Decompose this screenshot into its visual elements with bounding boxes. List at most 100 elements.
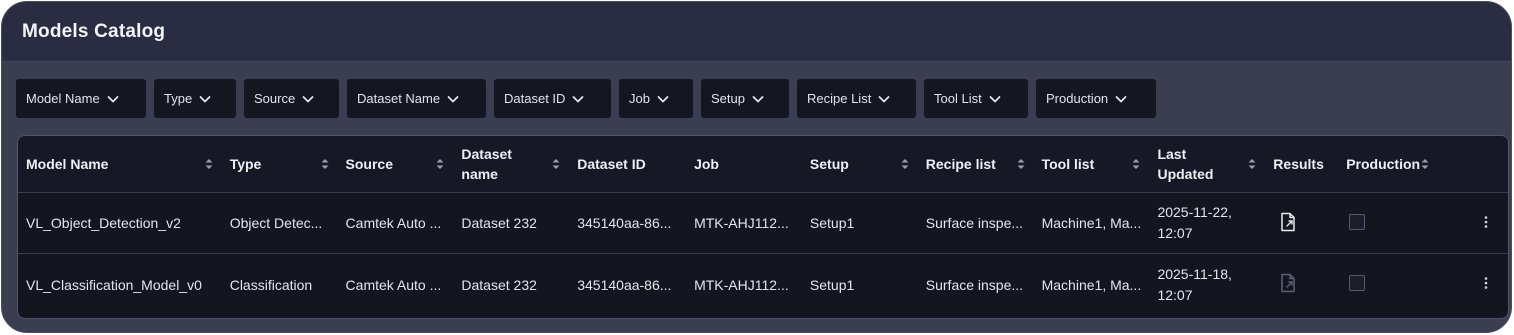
document-export-icon[interactable] bbox=[1279, 212, 1297, 232]
chevron-down-icon bbox=[1115, 95, 1127, 102]
cell-job: MTK-AHJ112... bbox=[694, 215, 789, 231]
sort-icon[interactable] bbox=[1016, 157, 1026, 171]
table-header-row: Model Name Type Source Dataset name Datas… bbox=[18, 136, 1508, 193]
header-label-line: Dataset bbox=[461, 146, 512, 162]
chevron-down-icon bbox=[752, 95, 764, 102]
column-header-job[interactable]: Job bbox=[686, 154, 802, 174]
column-header-production[interactable]: Production bbox=[1338, 154, 1438, 174]
header-label: Job bbox=[694, 156, 719, 172]
column-header-last-updated[interactable]: Last Updated bbox=[1149, 144, 1265, 184]
cell-actions bbox=[1438, 214, 1508, 233]
filter-label: Tool List bbox=[934, 91, 982, 106]
filter-dataset-name[interactable]: Dataset Name bbox=[347, 79, 486, 118]
chevron-down-icon bbox=[199, 95, 211, 102]
sort-icon[interactable] bbox=[435, 157, 445, 171]
filter-source[interactable]: Source bbox=[244, 79, 339, 118]
filter-label: Production bbox=[1046, 91, 1109, 106]
header-label-line: name bbox=[461, 166, 498, 182]
cell-results bbox=[1265, 273, 1338, 296]
cell-model-name: VL_Object_Detection_v2 bbox=[26, 215, 181, 231]
chevron-down-icon bbox=[107, 95, 119, 102]
sort-icon[interactable] bbox=[320, 157, 330, 171]
filter-dataset-id[interactable]: Dataset ID bbox=[494, 79, 611, 118]
cell-dataset-name: Dataset 232 bbox=[461, 215, 537, 231]
header-label: Recipe list bbox=[925, 156, 996, 172]
header-label: Last Updated bbox=[1157, 144, 1213, 184]
chevron-down-icon bbox=[447, 95, 459, 102]
filter-model-name[interactable]: Model Name bbox=[16, 79, 146, 118]
panel-header: Models Catalog bbox=[2, 2, 1511, 62]
table-row[interactable]: VL_Object_Detection_v2 Object Detec... C… bbox=[18, 193, 1508, 254]
filter-tool-list[interactable]: Tool List bbox=[924, 79, 1028, 118]
date-line: 2025-11-18, bbox=[1157, 265, 1232, 282]
filter-bar: Model Name Type Source Dataset Name Data… bbox=[16, 79, 1156, 118]
cell-actions bbox=[1438, 275, 1508, 294]
column-header-dataset-id[interactable]: Dataset ID bbox=[569, 154, 686, 174]
filter-label: Dataset ID bbox=[504, 91, 566, 106]
header-label-line: Last bbox=[1157, 146, 1187, 162]
cell-type: Classification bbox=[229, 276, 313, 293]
cell-dataset-name: Dataset 232 bbox=[461, 276, 537, 293]
filter-job[interactable]: Job bbox=[619, 79, 693, 118]
sort-icon[interactable] bbox=[204, 157, 214, 171]
header-label: Dataset name bbox=[461, 144, 512, 184]
models-catalog-panel: Models Catalog Model Name Type Source Da… bbox=[1, 1, 1512, 333]
column-header-results: Results bbox=[1265, 154, 1338, 174]
header-label: Tool list bbox=[1041, 156, 1095, 172]
sort-icon[interactable] bbox=[1420, 157, 1430, 171]
filter-production[interactable]: Production bbox=[1036, 79, 1156, 118]
time-line: 12:07 bbox=[1157, 225, 1193, 241]
header-label: Dataset ID bbox=[577, 156, 646, 172]
cell-last-updated: 2025-11-18, 12:07 bbox=[1149, 264, 1265, 306]
header-label: Production bbox=[1346, 156, 1421, 172]
header-label: Model Name bbox=[26, 156, 109, 172]
cell-type: Object Detec... bbox=[229, 215, 323, 231]
header-label: Source bbox=[345, 156, 394, 172]
filter-recipe-list[interactable]: Recipe List bbox=[797, 79, 916, 118]
filter-type[interactable]: Type bbox=[154, 79, 236, 118]
table-row[interactable]: VL_Classification_Model_v0 Classificatio… bbox=[18, 254, 1508, 315]
sort-icon[interactable] bbox=[900, 157, 910, 171]
column-header-recipe-list[interactable]: Recipe list bbox=[918, 154, 1034, 174]
cell-setup: Setup1 bbox=[809, 215, 855, 231]
cell-source: Camtek Auto ... bbox=[345, 276, 442, 293]
header-label: Setup bbox=[809, 156, 849, 172]
filter-label: Job bbox=[629, 91, 650, 106]
filter-label: Source bbox=[254, 91, 296, 106]
kebab-menu-icon[interactable] bbox=[1478, 275, 1494, 291]
date-line: 2025-11-22, bbox=[1157, 204, 1232, 220]
filter-setup[interactable]: Setup bbox=[701, 79, 789, 118]
page-title: Models Catalog bbox=[22, 20, 166, 42]
cell-model-name: VL_Classification_Model_v0 bbox=[26, 276, 202, 293]
column-header-tool-list[interactable]: Tool list bbox=[1034, 154, 1150, 174]
cell-production bbox=[1338, 275, 1438, 294]
cell-setup: Setup1 bbox=[809, 276, 855, 293]
column-header-dataset-name[interactable]: Dataset name bbox=[453, 144, 569, 184]
production-checkbox[interactable] bbox=[1349, 213, 1366, 230]
cell-dataset-id: 345140aa-86... bbox=[577, 215, 672, 231]
chevron-down-icon bbox=[657, 95, 669, 102]
filter-label: Recipe List bbox=[807, 91, 872, 106]
cell-source: Camtek Auto ... bbox=[345, 215, 442, 231]
cell-recipe-list: Surface inspe... bbox=[925, 276, 1024, 293]
sort-icon[interactable] bbox=[1131, 157, 1141, 171]
column-header-setup[interactable]: Setup bbox=[802, 154, 918, 174]
chevron-down-icon bbox=[989, 95, 1001, 102]
kebab-menu-icon[interactable] bbox=[1478, 214, 1494, 230]
header-label: Type bbox=[229, 156, 262, 172]
chevron-down-icon bbox=[302, 95, 314, 102]
column-header-model-name[interactable]: Model Name bbox=[18, 154, 222, 174]
chevron-down-icon bbox=[573, 95, 584, 102]
filter-label: Setup bbox=[711, 91, 745, 106]
sort-icon[interactable] bbox=[1247, 157, 1257, 171]
cell-tool-list: Machine1, Ma... bbox=[1041, 215, 1142, 231]
production-checkbox[interactable] bbox=[1349, 275, 1366, 291]
column-header-type[interactable]: Type bbox=[222, 154, 338, 174]
cell-job: MTK-AHJ112... bbox=[694, 276, 789, 293]
cell-production bbox=[1338, 213, 1438, 233]
header-label: Results bbox=[1273, 156, 1324, 172]
cell-last-updated: 2025-11-22, 12:07 bbox=[1149, 202, 1265, 244]
column-header-source[interactable]: Source bbox=[338, 154, 454, 174]
filter-label: Type bbox=[164, 91, 193, 106]
sort-icon[interactable] bbox=[551, 157, 561, 171]
